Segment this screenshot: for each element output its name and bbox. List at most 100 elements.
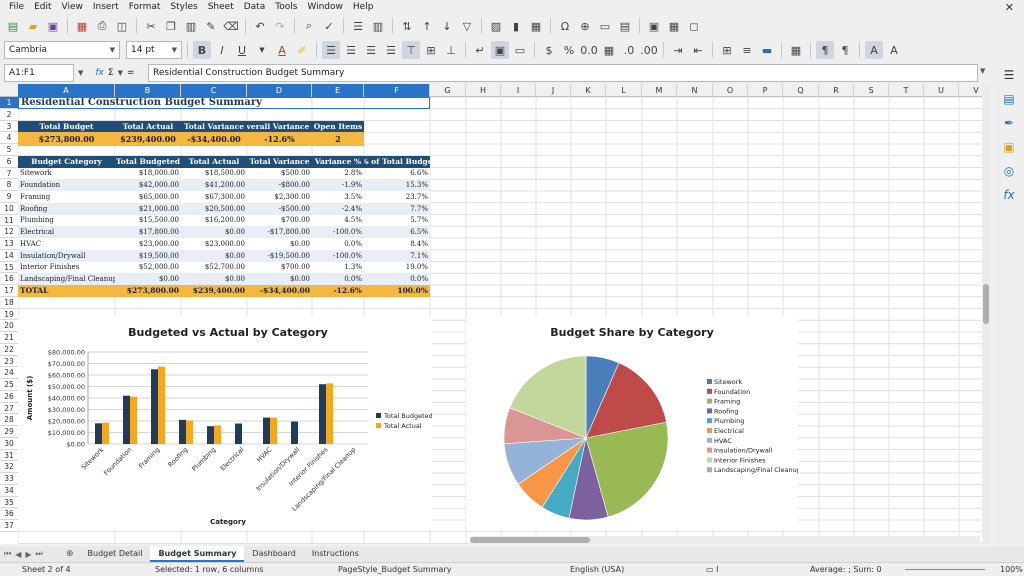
table-cell[interactable]: 6.6% [364,167,430,180]
add-sheet-icon[interactable]: ⊕ [60,549,80,559]
total-row-cell[interactable]: 100.0% [364,285,430,297]
scrollbar-thumb[interactable] [983,284,989,324]
menu-tools[interactable]: Tools [270,0,302,14]
paste-icon[interactable]: ▥ [182,17,200,35]
table-cell[interactable]: $500.00 [247,167,312,180]
table-cell[interactable]: -$17,800.00 [247,226,312,238]
spreadsheet-grid[interactable]: ABCDEFGHIJKLMNOPQRSTUV 1 2 3 4 5 6 7 8 9 10 11 12 13… [0,84,990,544]
pivot-table-icon[interactable]: ▦ [527,17,545,35]
functions-icon[interactable]: fx [1000,186,1018,204]
add-decimal-icon[interactable]: .0 [620,41,638,59]
table-cell[interactable]: 7.1% [364,249,430,262]
sheet-title-cell[interactable]: Residential Construction Budget Summary [18,97,430,109]
underline-dropdown-icon[interactable]: ▼ [253,41,271,59]
table-cell[interactable]: $0.00 [181,249,247,262]
unmerge-icon[interactable]: ▭ [511,41,529,59]
row-header-10[interactable]: 10 [0,203,18,215]
special-character-icon[interactable]: Ω [556,17,574,35]
table-cell[interactable]: $41,200.00 [181,179,247,191]
table-cell[interactable]: 2.8% [312,167,364,180]
column-header-t[interactable]: T [889,84,924,97]
row-header-20[interactable]: 20 [0,320,18,332]
center-vertically-icon[interactable]: ⊞ [422,41,440,59]
align-center-icon[interactable]: ☰ [342,41,360,59]
table-cell[interactable]: Insulation/Drywall [18,249,115,262]
save-icon[interactable]: ▣ [44,17,62,35]
menu-window[interactable]: Window [302,0,348,14]
table-cell[interactable]: $17,800.00 [115,226,181,238]
row-header-31[interactable]: 31 [0,450,18,462]
percent-format-icon[interactable]: % [560,41,578,59]
header-footer-icon[interactable]: ▤ [616,17,634,35]
justify-icon[interactable]: ☰ [382,41,400,59]
column-header-n[interactable]: N [677,84,713,97]
new-document-icon[interactable]: ▤ [4,17,22,35]
summary-header-cell[interactable]: Total Actual [115,120,181,133]
row-header-11[interactable]: 11 [0,215,18,227]
text-language[interactable]: English (USA) [570,565,624,574]
menu-sheet[interactable]: Sheet [203,0,239,14]
menu-edit[interactable]: Edit [29,0,56,14]
sum-summary[interactable]: Average: ; Sum: 0 [810,565,882,574]
summary-value-cell[interactable]: $239,400.00 [115,132,181,146]
next-sheet-icon[interactable]: ▶ [25,550,31,559]
row-header-25[interactable]: 25 [0,379,18,391]
insert-chart-icon[interactable]: ▮ [507,17,525,35]
navigator-icon[interactable]: ◎ [1000,162,1018,180]
table-header-cell[interactable]: % of Total Budge [364,155,430,168]
table-header-cell[interactable]: Variance % [312,155,364,168]
table-cell[interactable]: $52,000.00 [115,261,181,274]
table-cell[interactable]: $67,300.00 [181,191,247,203]
row-header-26[interactable]: 26 [0,391,18,403]
column-header-o[interactable]: O [713,84,748,97]
print-icon[interactable]: ⎙ [93,17,111,35]
row-header-3[interactable]: 3 [0,121,18,133]
sort-icon[interactable]: ⇅ [398,17,416,35]
tab-dashboard[interactable]: Dashboard [244,546,303,562]
table-cell[interactable]: $19,500.00 [115,249,181,262]
table-cell[interactable]: $65,000.00 [115,191,181,203]
table-cell[interactable]: $700.00 [247,261,312,274]
table-header-cell[interactable]: Total Actual [181,155,247,168]
table-cell[interactable]: $0.00 [247,238,312,250]
merge-center-icon[interactable]: ▣ [491,41,509,59]
open-folder-icon[interactable]: ▰ [24,17,42,35]
total-row-cell[interactable]: TOTAL [18,285,115,297]
hyperlink-icon[interactable]: ⊕ [576,17,594,35]
row-header-15[interactable]: 15 [0,262,18,274]
column-header-f[interactable]: F [364,84,430,97]
undo-icon[interactable]: ↶ [251,17,269,35]
table-cell[interactable]: 5.7% [364,214,430,227]
table-cell[interactable]: -1.9% [312,179,364,191]
menu-insert[interactable]: Insert [88,0,124,14]
total-row-cell[interactable]: $239,400.00 [181,285,247,297]
split-window-icon[interactable]: ◻ [685,17,703,35]
font-name-combo[interactable]: Cambria ▼ [4,41,120,59]
text-direction-icon[interactable]: A [865,41,883,59]
date-format-icon[interactable]: ▦ [600,41,618,59]
scrollbar-thumb[interactable] [470,537,590,543]
column-header-c[interactable]: C [181,84,247,97]
row-header-5[interactable]: 5 [0,144,18,156]
row-header-16[interactable]: 16 [0,273,18,285]
sheet-position[interactable]: Sheet 2 of 4 [22,565,71,574]
pie-chart[interactable]: Budget Share by Category Sitework Foundati… [466,316,801,530]
column-header-d[interactable]: D [247,84,312,97]
zoom-slider[interactable] [905,569,985,570]
table-cell[interactable]: $0.00 [247,273,312,285]
underline-icon[interactable]: U [233,41,251,59]
table-cell[interactable]: 8.4% [364,238,430,250]
cut-icon[interactable]: ✂ [142,17,160,35]
table-cell[interactable]: -$500.00 [247,202,312,215]
name-box[interactable]: A1:F1 [4,64,74,82]
find-replace-icon[interactable]: ⌕ [300,17,318,35]
table-cell[interactable]: Sitework [18,167,115,180]
table-header-cell[interactable]: Total Variance [247,155,312,168]
row-header-17[interactable]: 17 [0,285,18,297]
table-cell[interactable]: Electrical [18,226,115,238]
table-cell[interactable]: 6.5% [364,226,430,238]
row-header-33[interactable]: 33 [0,473,18,485]
clone-formatting-icon[interactable]: ✎ [202,17,220,35]
column-header-k[interactable]: K [571,84,606,97]
styles-icon[interactable]: ✒ [1000,114,1018,132]
